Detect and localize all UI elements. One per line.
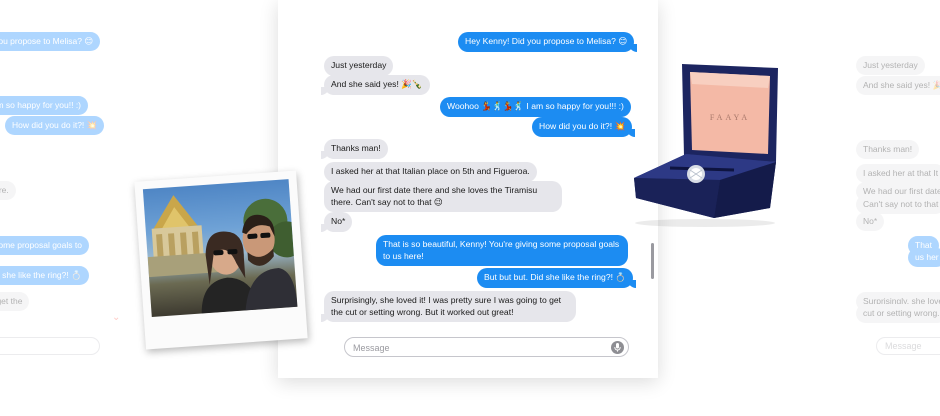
faded-message-input: Message xyxy=(876,337,940,355)
faded-message: Thanks man! xyxy=(856,140,920,159)
message-bubble-received[interactable]: Just yesterday xyxy=(324,56,394,76)
ring-box-image: FAAYA xyxy=(630,58,780,228)
faded-message-input xyxy=(0,337,100,355)
right-faded-chat-panel: Just yesterday And she said yes! 🎉 Thank… xyxy=(808,0,940,380)
faded-message: How did you do it?! 💥 xyxy=(5,116,105,135)
message-bubble-sent[interactable]: How did you do it?! 💥 xyxy=(532,117,636,137)
faded-message: cut or setting wrong. xyxy=(856,304,940,323)
faded-message: No* xyxy=(856,212,885,231)
photo-image xyxy=(142,179,298,317)
message-input-bar[interactable] xyxy=(344,337,629,357)
message-bubble-sent[interactable]: But but but. Did she like the ring?! 💍 xyxy=(477,268,637,288)
message-bubble-sent[interactable]: That is so beautiful, Kenny! You're givi… xyxy=(376,235,628,266)
microphone-icon xyxy=(614,343,621,352)
faded-message: o you propose to Melisa? 😊 xyxy=(0,32,101,51)
faded-message: I asked her at that It xyxy=(856,164,940,183)
message-bubble-received[interactable]: No* xyxy=(320,212,353,232)
faded-message: Just yesterday xyxy=(856,56,925,75)
message-bubble-received[interactable]: Thanks man! xyxy=(321,139,388,159)
faded-message: I am so happy for you!! :) xyxy=(0,96,89,115)
message-bubble-sent[interactable]: Woohoo 💃🕺💃🕺 I am so happy for you!!! :) xyxy=(440,97,631,117)
left-faded-chat-panel: o you propose to Melisa? 😊 I am so happy… xyxy=(0,0,130,380)
faded-message: us her xyxy=(908,248,940,267)
faded-message: g some proposal goals to xyxy=(0,236,89,255)
message-bubble-received[interactable]: Surprisingly, she loved it! I was pretty… xyxy=(321,291,576,322)
faded-message: to get the xyxy=(0,292,30,311)
chevron-down-icon: ⌄ xyxy=(112,312,121,323)
faded-message: And she said yes! 🎉 xyxy=(856,76,940,95)
message-bubble-received[interactable]: And she said yes! 🎉🍾 xyxy=(321,75,430,95)
message-input[interactable] xyxy=(353,340,608,355)
brand-logo: FAAYA xyxy=(710,113,750,122)
faded-message: Did she like the ring?! 💍 xyxy=(0,266,89,285)
microphone-button[interactable] xyxy=(611,341,624,354)
faded-message: there. xyxy=(0,181,16,200)
message-bubble-received[interactable]: We had our first date there and she love… xyxy=(324,181,562,212)
couple-polaroid-photo xyxy=(134,170,308,350)
chat-scrollbar[interactable] xyxy=(651,243,654,279)
faded-input-placeholder: Message xyxy=(885,341,922,351)
message-bubble-sent[interactable]: Hey Kenny! Did you propose to Melisa? 😊 xyxy=(458,32,638,52)
message-bubble-received[interactable]: I asked her at that Italian place on 5th… xyxy=(324,162,537,182)
